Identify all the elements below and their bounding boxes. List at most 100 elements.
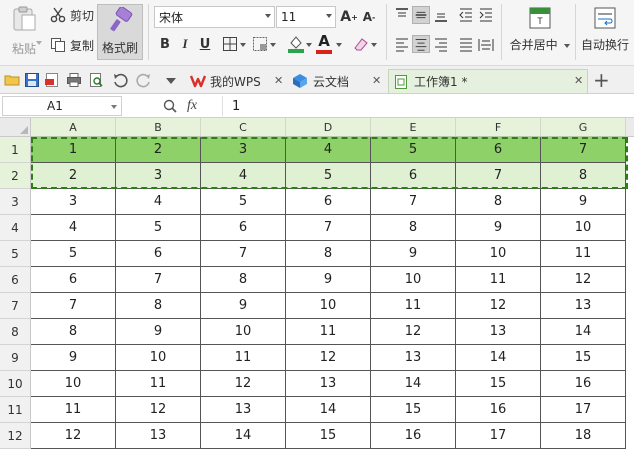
row-header-2[interactable]: 2 (0, 163, 31, 189)
cell-b12[interactable]: 13 (116, 423, 201, 449)
save-icon[interactable] (24, 72, 40, 88)
cell-g3[interactable]: 9 (541, 189, 626, 215)
customize-toolbar-chevron-icon[interactable] (166, 78, 176, 84)
cell-a7[interactable]: 7 (31, 293, 116, 319)
chevron-down-icon[interactable] (240, 43, 246, 47)
cell-g5[interactable]: 11 (541, 241, 626, 267)
name-box[interactable]: A1 (2, 96, 122, 116)
row-header-11[interactable]: 11 (0, 397, 31, 423)
align-top-icon[interactable] (393, 6, 411, 24)
cell-g11[interactable]: 17 (541, 397, 626, 423)
cell-c1[interactable]: 3 (201, 137, 286, 163)
cell-e1[interactable]: 5 (371, 137, 456, 163)
cell-c8[interactable]: 10 (201, 319, 286, 345)
row-header-1[interactable]: 1 (0, 137, 31, 163)
decrease-indent-icon[interactable] (457, 6, 475, 24)
cell-f3[interactable]: 8 (456, 189, 541, 215)
justify-icon[interactable] (457, 35, 475, 53)
merge-center-button[interactable]: T 合并居中 (507, 6, 573, 60)
cell-g2[interactable]: 8 (541, 163, 626, 189)
cell-g8[interactable]: 14 (541, 319, 626, 345)
bold-button[interactable]: B (156, 35, 174, 53)
row-header-7[interactable]: 7 (0, 293, 31, 319)
cell-f2[interactable]: 7 (456, 163, 541, 189)
cell-e11[interactable]: 15 (371, 397, 456, 423)
cell-f6[interactable]: 11 (456, 267, 541, 293)
paste-dropdown-icon[interactable] (36, 41, 42, 45)
cell-d10[interactable]: 13 (286, 371, 371, 397)
cell-b8[interactable]: 9 (116, 319, 201, 345)
align-left-icon[interactable] (393, 35, 411, 53)
cell-d12[interactable]: 15 (286, 423, 371, 449)
cell-g9[interactable]: 15 (541, 345, 626, 371)
close-tab-icon[interactable]: ✕ (574, 74, 583, 87)
cell-d6[interactable]: 9 (286, 267, 371, 293)
column-header-d[interactable]: D (286, 118, 371, 137)
cell-a9[interactable]: 9 (31, 345, 116, 371)
align-bottom-icon[interactable] (432, 6, 450, 24)
cell-e9[interactable]: 13 (371, 345, 456, 371)
cell-f9[interactable]: 14 (456, 345, 541, 371)
row-header-8[interactable]: 8 (0, 319, 31, 345)
chevron-down-icon[interactable] (336, 43, 342, 47)
align-right-icon[interactable] (432, 35, 450, 53)
row-header-12[interactable]: 12 (0, 423, 31, 449)
new-tab-icon[interactable]: + (593, 68, 610, 92)
row-header-10[interactable]: 10 (0, 371, 31, 397)
cell-b3[interactable]: 4 (116, 189, 201, 215)
cell-e5[interactable]: 9 (371, 241, 456, 267)
cell-g7[interactable]: 13 (541, 293, 626, 319)
cell-b6[interactable]: 7 (116, 267, 201, 293)
close-tab-icon[interactable]: ✕ (274, 74, 283, 87)
column-header-g[interactable]: G (541, 118, 626, 137)
cell-a11[interactable]: 11 (31, 397, 116, 423)
cell-d8[interactable]: 11 (286, 319, 371, 345)
cell-d1[interactable]: 4 (286, 137, 371, 163)
cell-e3[interactable]: 7 (371, 189, 456, 215)
cell-b4[interactable]: 5 (116, 215, 201, 241)
cell-a2[interactable]: 2 (31, 163, 116, 189)
cell-g6[interactable]: 12 (541, 267, 626, 293)
cell-g10[interactable]: 16 (541, 371, 626, 397)
cell-d3[interactable]: 6 (286, 189, 371, 215)
tab-workbook-1[interactable]: 工作簿1 * (388, 69, 588, 93)
column-header-f[interactable]: F (456, 118, 541, 137)
clear-format-icon[interactable] (352, 36, 370, 52)
cell-g4[interactable]: 10 (541, 215, 626, 241)
cell-g1[interactable]: 7 (541, 137, 626, 163)
cell-f7[interactable]: 12 (456, 293, 541, 319)
cell-f5[interactable]: 10 (456, 241, 541, 267)
row-header-4[interactable]: 4 (0, 215, 31, 241)
font-size-select[interactable]: 11 (276, 6, 336, 28)
formula-input[interactable]: 1 (222, 96, 632, 116)
cell-a10[interactable]: 10 (31, 371, 116, 397)
select-all-corner[interactable] (0, 118, 31, 137)
cell-f1[interactable]: 6 (456, 137, 541, 163)
print-preview-icon[interactable] (88, 72, 104, 88)
cell-shading-icon[interactable] (252, 36, 268, 52)
cell-a5[interactable]: 5 (31, 241, 116, 267)
grow-font-icon[interactable]: A + (340, 8, 358, 26)
cell-g12[interactable]: 18 (541, 423, 626, 449)
increase-indent-icon[interactable] (477, 6, 495, 24)
cell-a8[interactable]: 8 (31, 319, 116, 345)
cell-f8[interactable]: 13 (456, 319, 541, 345)
cell-f10[interactable]: 15 (456, 371, 541, 397)
align-center-icon[interactable] (412, 35, 430, 53)
cell-b5[interactable]: 6 (116, 241, 201, 267)
cell-b1[interactable]: 2 (116, 137, 201, 163)
column-header-a[interactable]: A (31, 118, 116, 137)
cell-e10[interactable]: 14 (371, 371, 456, 397)
cell-b10[interactable]: 11 (116, 371, 201, 397)
tab-my-wps[interactable]: 我的WPS (188, 69, 283, 93)
paste-button[interactable]: 粘贴 (4, 6, 44, 60)
cell-c6[interactable]: 8 (201, 267, 286, 293)
cell-d4[interactable]: 7 (286, 215, 371, 241)
cell-c9[interactable]: 11 (201, 345, 286, 371)
cell-e6[interactable]: 10 (371, 267, 456, 293)
print-icon[interactable] (66, 72, 82, 88)
tab-cloud-docs[interactable]: 云文档 (290, 69, 385, 93)
align-middle-icon[interactable] (412, 6, 430, 24)
cell-b7[interactable]: 8 (116, 293, 201, 319)
underline-button[interactable]: U (196, 35, 214, 53)
